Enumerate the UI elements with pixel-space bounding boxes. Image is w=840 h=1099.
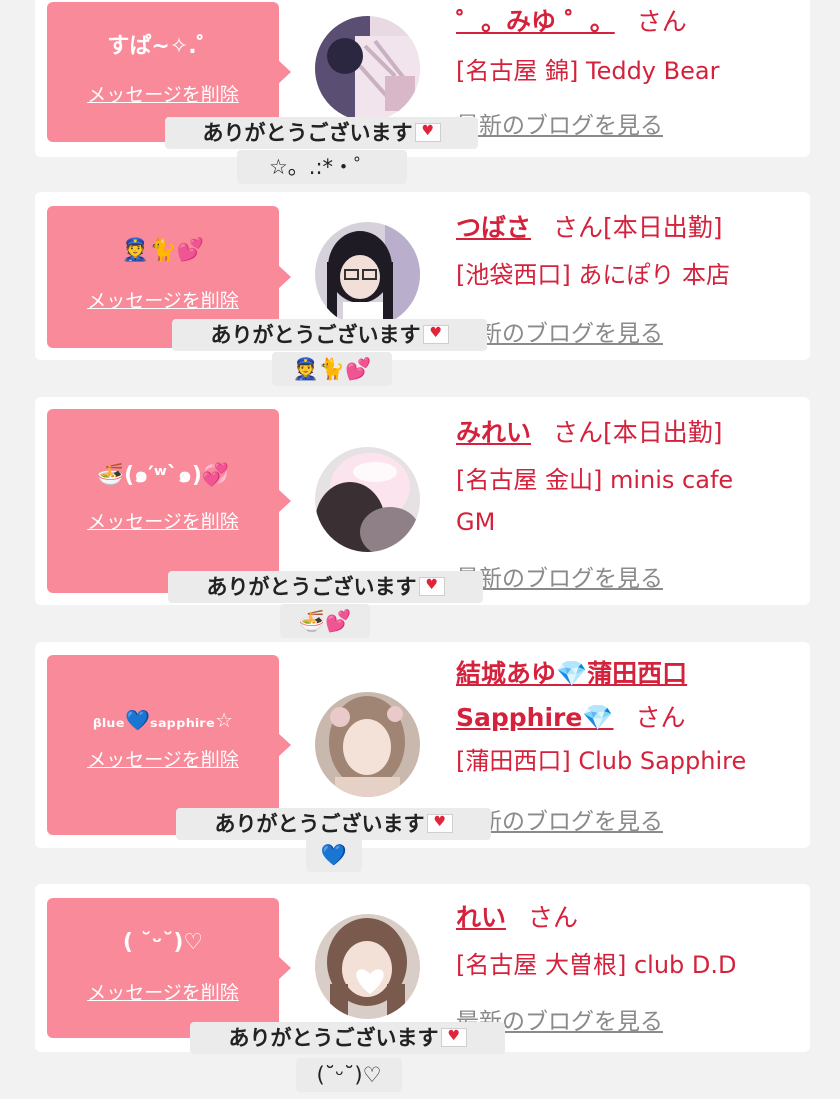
love-letter-icon: [426, 813, 453, 833]
cast-name-link[interactable]: つばさ: [456, 213, 531, 242]
thanks-tooltip-suffix: 🍜💕: [280, 604, 370, 638]
love-letter-icon: [414, 122, 441, 142]
cast-info: みれい さん[本日出勤] [名古屋 金山] minis cafe GM: [456, 411, 801, 543]
delete-message-link[interactable]: メッセージを削除: [87, 745, 239, 772]
message-bubble: 🍜(๑′ʷ`๑)💞 メッセージを削除: [47, 409, 291, 593]
latest-blog-link[interactable]: 最新のブログを見る: [456, 314, 663, 348]
cast-name-link[interactable]: 結城あゆ💎蒲田西口: [456, 659, 687, 688]
honorific: さん: [528, 903, 579, 932]
delete-message-link[interactable]: メッセージを削除: [87, 507, 239, 534]
thanks-suffix: ☆。.:*・゜: [268, 155, 376, 179]
message-text: ( ˘ᵕ˘)♡: [122, 930, 204, 955]
shop-name: [名古屋 錦] Teddy Bear: [456, 57, 720, 85]
cast-info: つばさ さん[本日出勤] [池袋西口] あにぽり 本店: [456, 206, 801, 296]
thanks-suffix: 👮🐈💕: [292, 357, 372, 381]
love-letter-icon: [418, 576, 445, 596]
thanks-tooltip: ありがとうございます: [176, 808, 491, 840]
avatar[interactable]: [315, 692, 420, 797]
message-text: 🍜(๑′ʷ`๑)💞: [96, 463, 230, 488]
thanks-text: ありがとうございます: [202, 121, 413, 145]
avatar[interactable]: [315, 914, 420, 1019]
avatar[interactable]: [315, 222, 420, 327]
work-status: [本日出勤]: [603, 418, 723, 447]
shop-name: [名古屋 大曽根] club D.D: [456, 951, 737, 979]
thanks-tooltip: ありがとうございます: [172, 319, 487, 351]
work-status: [本日出勤]: [603, 213, 723, 242]
thanks-text: ありがとうございます: [206, 575, 417, 599]
message-text: ᵦₗᵤₑ💙ₛₐₚₚₕᵢᵣₑ☆: [92, 708, 234, 732]
latest-blog-link[interactable]: 最新のブログを見る: [456, 106, 663, 140]
thanks-tooltip-suffix: (˘ᵕ˘)♡: [296, 1058, 402, 1092]
thanks-text: ありがとうございます: [228, 1026, 439, 1050]
cast-name-link[interactable]: れい: [456, 903, 506, 932]
delete-message-link[interactable]: メッセージを削除: [87, 978, 239, 1005]
cast-info: れい さん [名古屋 大曽根] club D.D: [456, 896, 801, 986]
cast-name-link-continued[interactable]: Sapphire💎: [456, 703, 613, 732]
cast-name-link[interactable]: ゜。みゆ ゜。: [456, 7, 615, 36]
message-text: 👮🐈💕: [121, 238, 205, 263]
message-bubble: ( ˘ᵕ˘)♡ メッセージを削除: [47, 898, 291, 1038]
honorific: さん: [553, 418, 604, 447]
cast-name-link[interactable]: みれい: [456, 418, 531, 447]
avatar[interactable]: [315, 447, 420, 552]
message-text: すぱ~✧.゜: [107, 34, 219, 59]
thanks-suffix: 💙: [320, 843, 348, 867]
thanks-tooltip: ありがとうございます: [190, 1022, 505, 1054]
shop-name: [池袋西口] あにぽり 本店: [456, 261, 730, 289]
thanks-tooltip-suffix: ☆。.:*・゜: [237, 150, 407, 184]
love-letter-icon: [422, 324, 449, 344]
delete-message-link[interactable]: メッセージを削除: [87, 80, 239, 107]
thanks-suffix: 🍜💕: [298, 609, 352, 633]
thanks-text: ありがとうございます: [214, 812, 425, 836]
thanks-tooltip: ありがとうございます: [165, 117, 478, 149]
thanks-tooltip-suffix: 👮🐈💕: [272, 352, 392, 386]
shop-name: [蒲田西口] Club Sapphire: [456, 747, 747, 775]
honorific: さん: [636, 7, 687, 36]
delete-message-link[interactable]: メッセージを削除: [87, 286, 239, 313]
love-letter-icon: [440, 1027, 467, 1047]
avatar[interactable]: [315, 16, 420, 121]
thanks-tooltip-suffix: 💙: [306, 838, 362, 872]
cast-info: ゜。みゆ ゜。 さん [名古屋 錦] Teddy Bear: [456, 0, 801, 92]
latest-blog-link[interactable]: 最新のブログを見る: [456, 559, 663, 593]
thanks-suffix: (˘ᵕ˘)♡: [316, 1063, 382, 1087]
honorific: さん: [553, 213, 604, 242]
thanks-tooltip: ありがとうございます: [168, 571, 483, 603]
cast-info: 結城あゆ💎蒲田西口 Sapphire💎 さん [蒲田西口] Club Sapphi…: [456, 652, 801, 782]
thanks-text: ありがとうございます: [210, 323, 421, 347]
shop-name: [名古屋 金山] minis cafe GM: [456, 466, 734, 536]
honorific: さん: [635, 703, 686, 732]
